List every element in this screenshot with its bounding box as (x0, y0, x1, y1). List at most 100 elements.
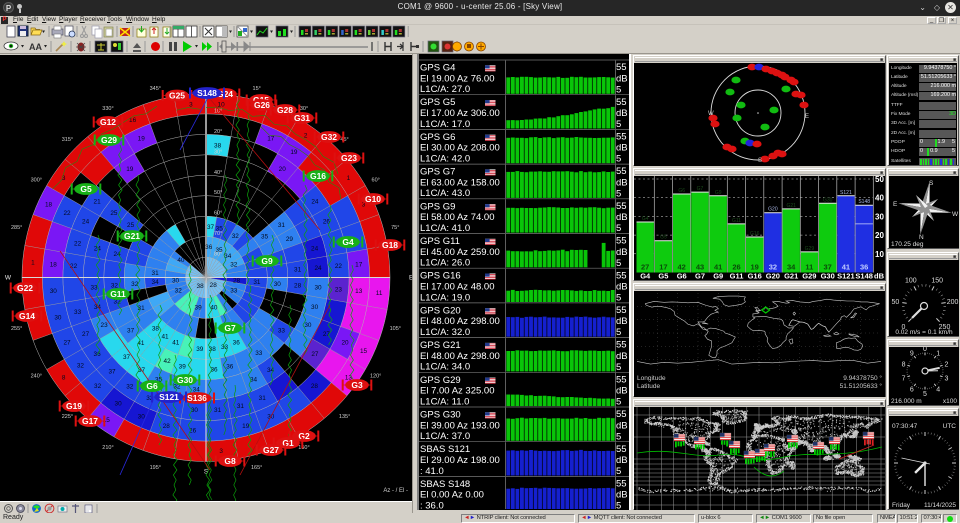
svg-text:L1C/A: 17.0: L1C/A: 17.0 (420, 119, 470, 130)
svg-text:30°: 30° (300, 106, 308, 112)
svg-text:20: 20 (875, 231, 884, 240)
svg-text:El 7.00 Az 325.00: El 7.00 Az 325.00 (420, 386, 494, 397)
svg-text:28: 28 (294, 283, 302, 290)
svg-text:L1C/A: 37.0: L1C/A: 37.0 (420, 431, 470, 442)
svg-text:5: 5 (616, 397, 621, 408)
svg-text:55: 55 (616, 305, 627, 316)
svg-text:G28: G28 (277, 105, 293, 115)
svg-text:40: 40 (177, 257, 185, 264)
svg-text:GPS G11: GPS G11 (420, 236, 460, 247)
svg-text:27: 27 (82, 331, 90, 338)
svg-text:: 41.0: : 41.0 (420, 466, 444, 477)
svg-text:G16: G16 (748, 272, 762, 281)
svg-text:G21: G21 (784, 272, 798, 281)
svg-text:G11: G11 (110, 289, 126, 299)
svg-text:G6: G6 (677, 272, 687, 281)
svg-text:L1C/A: 32.0: L1C/A: 32.0 (420, 327, 470, 338)
svg-text:38: 38 (214, 142, 222, 149)
svg-text:28: 28 (163, 423, 171, 430)
svg-text:22: 22 (63, 210, 71, 217)
svg-text:30: 30 (50, 288, 58, 295)
svg-text:El 29.00 Az 198.00: El 29.00 Az 198.00 (420, 455, 500, 466)
svg-text:41: 41 (172, 340, 180, 347)
svg-text:22: 22 (70, 263, 78, 270)
svg-text:GPS G20: GPS G20 (420, 305, 461, 316)
svg-text:105°: 105° (390, 326, 401, 332)
svg-text:5: 5 (616, 431, 621, 442)
svg-text:S121: S121 (840, 190, 852, 196)
svg-text:30: 30 (115, 400, 123, 407)
svg-text:55: 55 (616, 97, 627, 108)
svg-text:G21: G21 (786, 203, 796, 209)
svg-text:dB: dB (616, 455, 628, 466)
svg-text:19: 19 (126, 166, 134, 173)
svg-text:50: 50 (875, 176, 884, 184)
svg-text:1: 1 (347, 175, 351, 182)
svg-text:30: 30 (274, 281, 282, 288)
svg-text:33: 33 (230, 288, 238, 295)
svg-text:GPS G9: GPS G9 (420, 201, 455, 212)
svg-text:36: 36 (226, 364, 234, 371)
svg-text:28: 28 (311, 383, 319, 390)
svg-text:39: 39 (196, 346, 204, 353)
svg-text:G8: G8 (224, 456, 236, 466)
svg-text:34: 34 (152, 279, 160, 286)
svg-text:S: S (758, 158, 762, 164)
svg-text:G29: G29 (101, 135, 117, 145)
svg-text:G2: G2 (298, 431, 310, 441)
svg-text:El 17.00 Az 306.00: El 17.00 Az 306.00 (420, 108, 500, 119)
svg-text:5: 5 (616, 84, 621, 95)
svg-text:G3: G3 (351, 380, 363, 390)
svg-text:G14: G14 (19, 311, 35, 321)
svg-text:24: 24 (82, 219, 90, 226)
svg-text:GPS G6: GPS G6 (420, 132, 455, 143)
svg-text:31: 31 (253, 279, 261, 286)
svg-text:10: 10 (875, 250, 884, 259)
svg-text:25: 25 (127, 222, 135, 229)
svg-text:5: 5 (616, 362, 621, 373)
svg-text:El 45.00 Az 259.00: El 45.00 Az 259.00 (420, 247, 500, 258)
svg-text:L1C/A: 43.0: L1C/A: 43.0 (420, 188, 470, 199)
svg-text:30: 30 (138, 414, 146, 421)
svg-text:Az - / El -: Az - / El - (383, 488, 408, 494)
svg-text:17: 17 (267, 136, 275, 143)
svg-text:31: 31 (278, 222, 286, 229)
svg-text:24: 24 (311, 246, 319, 253)
svg-text:dB: dB (616, 108, 628, 119)
svg-text:36: 36 (210, 366, 218, 373)
svg-text:55: 55 (616, 132, 627, 143)
svg-text:G5: G5 (660, 235, 667, 241)
svg-text:55: 55 (616, 444, 627, 455)
svg-text:dB: dB (616, 212, 628, 223)
svg-text:SBAS S148: SBAS S148 (420, 479, 470, 490)
svg-text:195°: 195° (150, 465, 161, 471)
svg-text:S136: S136 (187, 393, 207, 403)
svg-text:30: 30 (172, 277, 180, 284)
svg-text:El 0.00 Az 0.00: El 0.00 Az 0.00 (420, 490, 484, 501)
svg-text:19: 19 (242, 423, 250, 430)
svg-text:dB: dB (616, 247, 628, 258)
svg-text:G26: G26 (254, 100, 270, 110)
svg-text:G6: G6 (146, 381, 158, 391)
svg-text:150°: 150° (298, 445, 309, 451)
svg-text:G9: G9 (713, 272, 723, 281)
svg-text:S121: S121 (837, 272, 855, 281)
svg-text:38: 38 (152, 325, 160, 332)
svg-text:G7: G7 (697, 186, 704, 192)
svg-text:55: 55 (616, 374, 627, 385)
svg-text:GPS G21: GPS G21 (420, 340, 461, 351)
svg-text:255°: 255° (11, 326, 22, 332)
svg-text:G5: G5 (658, 272, 668, 281)
svg-text:45°: 45° (340, 137, 348, 143)
svg-text:G23: G23 (341, 153, 357, 163)
svg-text:17: 17 (355, 261, 363, 268)
svg-text:32: 32 (77, 363, 85, 370)
svg-text:El 48.00 Az 298.00: El 48.00 Az 298.00 (420, 316, 500, 327)
svg-text:1: 1 (31, 260, 35, 267)
svg-text:32: 32 (230, 262, 238, 269)
svg-text:G7: G7 (224, 323, 236, 333)
svg-text:31: 31 (294, 267, 302, 274)
svg-text:24: 24 (314, 265, 322, 272)
svg-text:El 17.00 Az 48.00: El 17.00 Az 48.00 (420, 282, 494, 293)
svg-text:5: 5 (616, 154, 621, 165)
